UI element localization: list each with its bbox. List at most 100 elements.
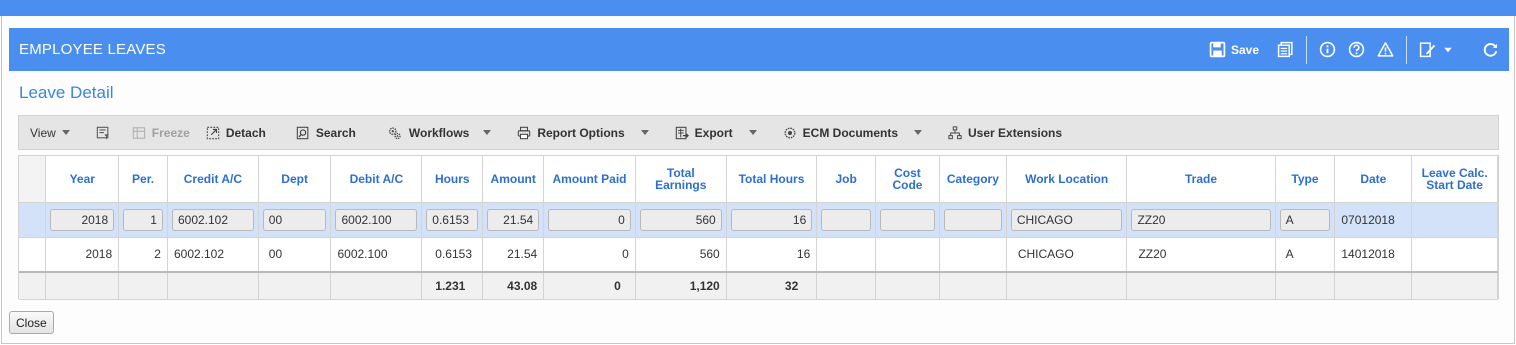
section-title: Leave Detail <box>19 83 114 102</box>
total-hours-cell: 16 <box>726 237 818 273</box>
info-button[interactable] <box>1313 38 1342 62</box>
amount-total: 43.08 <box>482 271 545 300</box>
debit-ac-field[interactable]: 6002.100 <box>335 208 418 231</box>
table-row[interactable]: 2018 1 6002.102 00 6002.100 0.6153 21.54… <box>19 202 1498 238</box>
column-header[interactable]: Trade <box>1126 156 1276 203</box>
ecm-documents-button[interactable]: ECM Documents <box>761 116 898 149</box>
edit-button[interactable] <box>1413 38 1438 62</box>
column-header[interactable]: Amount Paid <box>543 156 636 203</box>
amount-field[interactable]: 21.54 <box>487 208 540 231</box>
chevron-down-icon <box>914 130 923 135</box>
filter-icon <box>96 126 109 139</box>
leave-table: Year Per. Credit A/C Dept Debit A/C Hour… <box>19 156 1498 300</box>
window-header: EMPLOYEE LEAVES Save <box>9 28 1509 71</box>
refresh-icon <box>1483 43 1498 57</box>
freeze-icon <box>132 126 146 139</box>
filter-button[interactable] <box>78 116 124 149</box>
close-button[interactable]: Close <box>9 311 54 334</box>
type-field[interactable]: A <box>1279 208 1331 231</box>
totals-row: 1.231 43.08 0 1,120 32 <box>19 271 1498 300</box>
cost-code-cell <box>875 237 940 273</box>
total-hours-field[interactable]: 16 <box>730 208 813 231</box>
column-header[interactable]: Amount <box>482 156 545 203</box>
trade-field[interactable]: ZZ20 <box>1131 208 1271 231</box>
date-cell: 07012018 <box>1334 202 1413 238</box>
period-field[interactable]: 1 <box>123 208 163 231</box>
chevron-down-icon <box>640 130 649 135</box>
column-header[interactable]: Total Hours <box>726 156 818 203</box>
help-button[interactable] <box>1342 38 1371 62</box>
column-header[interactable]: Job <box>816 156 876 203</box>
column-header[interactable]: Total Earnings <box>635 156 727 203</box>
row-selector[interactable] <box>19 202 47 238</box>
hours-field[interactable]: 0.6153 <box>426 208 479 231</box>
column-header[interactable]: Category <box>939 156 1007 203</box>
debit-ac-cell: 6002.100 <box>330 237 423 273</box>
category-cell <box>939 237 1007 273</box>
save-icon <box>1209 41 1226 58</box>
refresh-button[interactable] <box>1476 38 1509 62</box>
dept-field[interactable]: 00 <box>262 208 327 231</box>
column-header[interactable]: Dept <box>258 156 332 203</box>
export-button[interactable]: Export <box>653 116 733 149</box>
window-title: EMPLOYEE LEAVES <box>19 41 166 58</box>
report-options-button[interactable]: Report Options <box>495 116 625 149</box>
report-options-dropdown[interactable] <box>625 116 653 149</box>
detach-icon <box>206 126 220 139</box>
top-accent-bar <box>0 0 1516 16</box>
view-menu[interactable]: View <box>19 116 78 149</box>
table-row[interactable]: 2018 2 6002.102 00 6002.100 0.6153 21.54… <box>19 237 1498 273</box>
save-button[interactable]: Save <box>1203 38 1265 62</box>
job-cell <box>816 237 876 273</box>
category-field[interactable] <box>943 208 1002 231</box>
credit-ac-field[interactable]: 6002.102 <box>171 208 254 231</box>
export-icon <box>675 126 689 139</box>
warning-button[interactable] <box>1371 38 1400 62</box>
detach-button[interactable]: Detach <box>198 116 274 149</box>
warning-icon <box>1377 42 1394 57</box>
search-button[interactable]: Search <box>274 116 364 149</box>
column-header[interactable]: Credit A/C <box>167 156 259 203</box>
header-separator <box>1406 35 1407 64</box>
year-cell: 2018 <box>45 237 120 273</box>
year-field[interactable]: 2018 <box>50 208 115 231</box>
total-earnings-field[interactable]: 560 <box>639 208 722 231</box>
period-cell: 2 <box>118 237 168 273</box>
save-label: Save <box>1230 42 1259 57</box>
workflows-button[interactable]: Workflows <box>364 116 469 149</box>
row-selector[interactable] <box>19 237 47 273</box>
column-header[interactable]: Date <box>1334 156 1413 203</box>
column-header[interactable]: Hours <box>421 156 484 203</box>
edit-menu-dropdown[interactable] <box>1438 38 1460 62</box>
date-cell: 14012018 <box>1334 237 1413 273</box>
column-header[interactable]: Leave Calc. Start Date <box>1411 156 1498 203</box>
column-header[interactable]: Work Location <box>1006 156 1128 203</box>
help-icon <box>1348 41 1365 58</box>
info-icon <box>1319 41 1336 58</box>
user-extensions-button[interactable]: User Extensions <box>926 116 1070 149</box>
leave-calc-start-date-cell <box>1411 237 1498 273</box>
column-header[interactable]: Per. <box>118 156 168 203</box>
report-icon <box>1277 41 1293 58</box>
column-header[interactable]: Debit A/C <box>330 156 423 203</box>
amount-paid-field[interactable]: 0 <box>548 208 631 231</box>
report-button[interactable] <box>1271 38 1300 62</box>
total-earnings-total: 1,120 <box>635 271 727 300</box>
credit-ac-cell: 6002.102 <box>167 237 259 273</box>
workflows-label: Workflows <box>408 125 470 140</box>
column-header[interactable]: Cost Code <box>875 156 940 203</box>
gears-icon <box>388 126 401 139</box>
detach-label: Detach <box>225 125 266 140</box>
ecm-documents-dropdown[interactable] <box>898 116 926 149</box>
column-header[interactable]: Year <box>45 156 120 203</box>
type-cell: A <box>1275 237 1336 273</box>
work-location-field[interactable]: CHICAGO <box>1010 208 1123 231</box>
export-dropdown[interactable] <box>733 116 761 149</box>
job-field[interactable] <box>821 208 871 231</box>
workflows-dropdown[interactable] <box>469 116 495 149</box>
column-header[interactable]: Type <box>1275 156 1336 203</box>
header-separator <box>1306 35 1307 64</box>
amount-paid-total: 0 <box>543 271 636 300</box>
cost-code-field[interactable] <box>880 208 935 231</box>
freeze-button[interactable]: Freeze <box>124 116 198 149</box>
